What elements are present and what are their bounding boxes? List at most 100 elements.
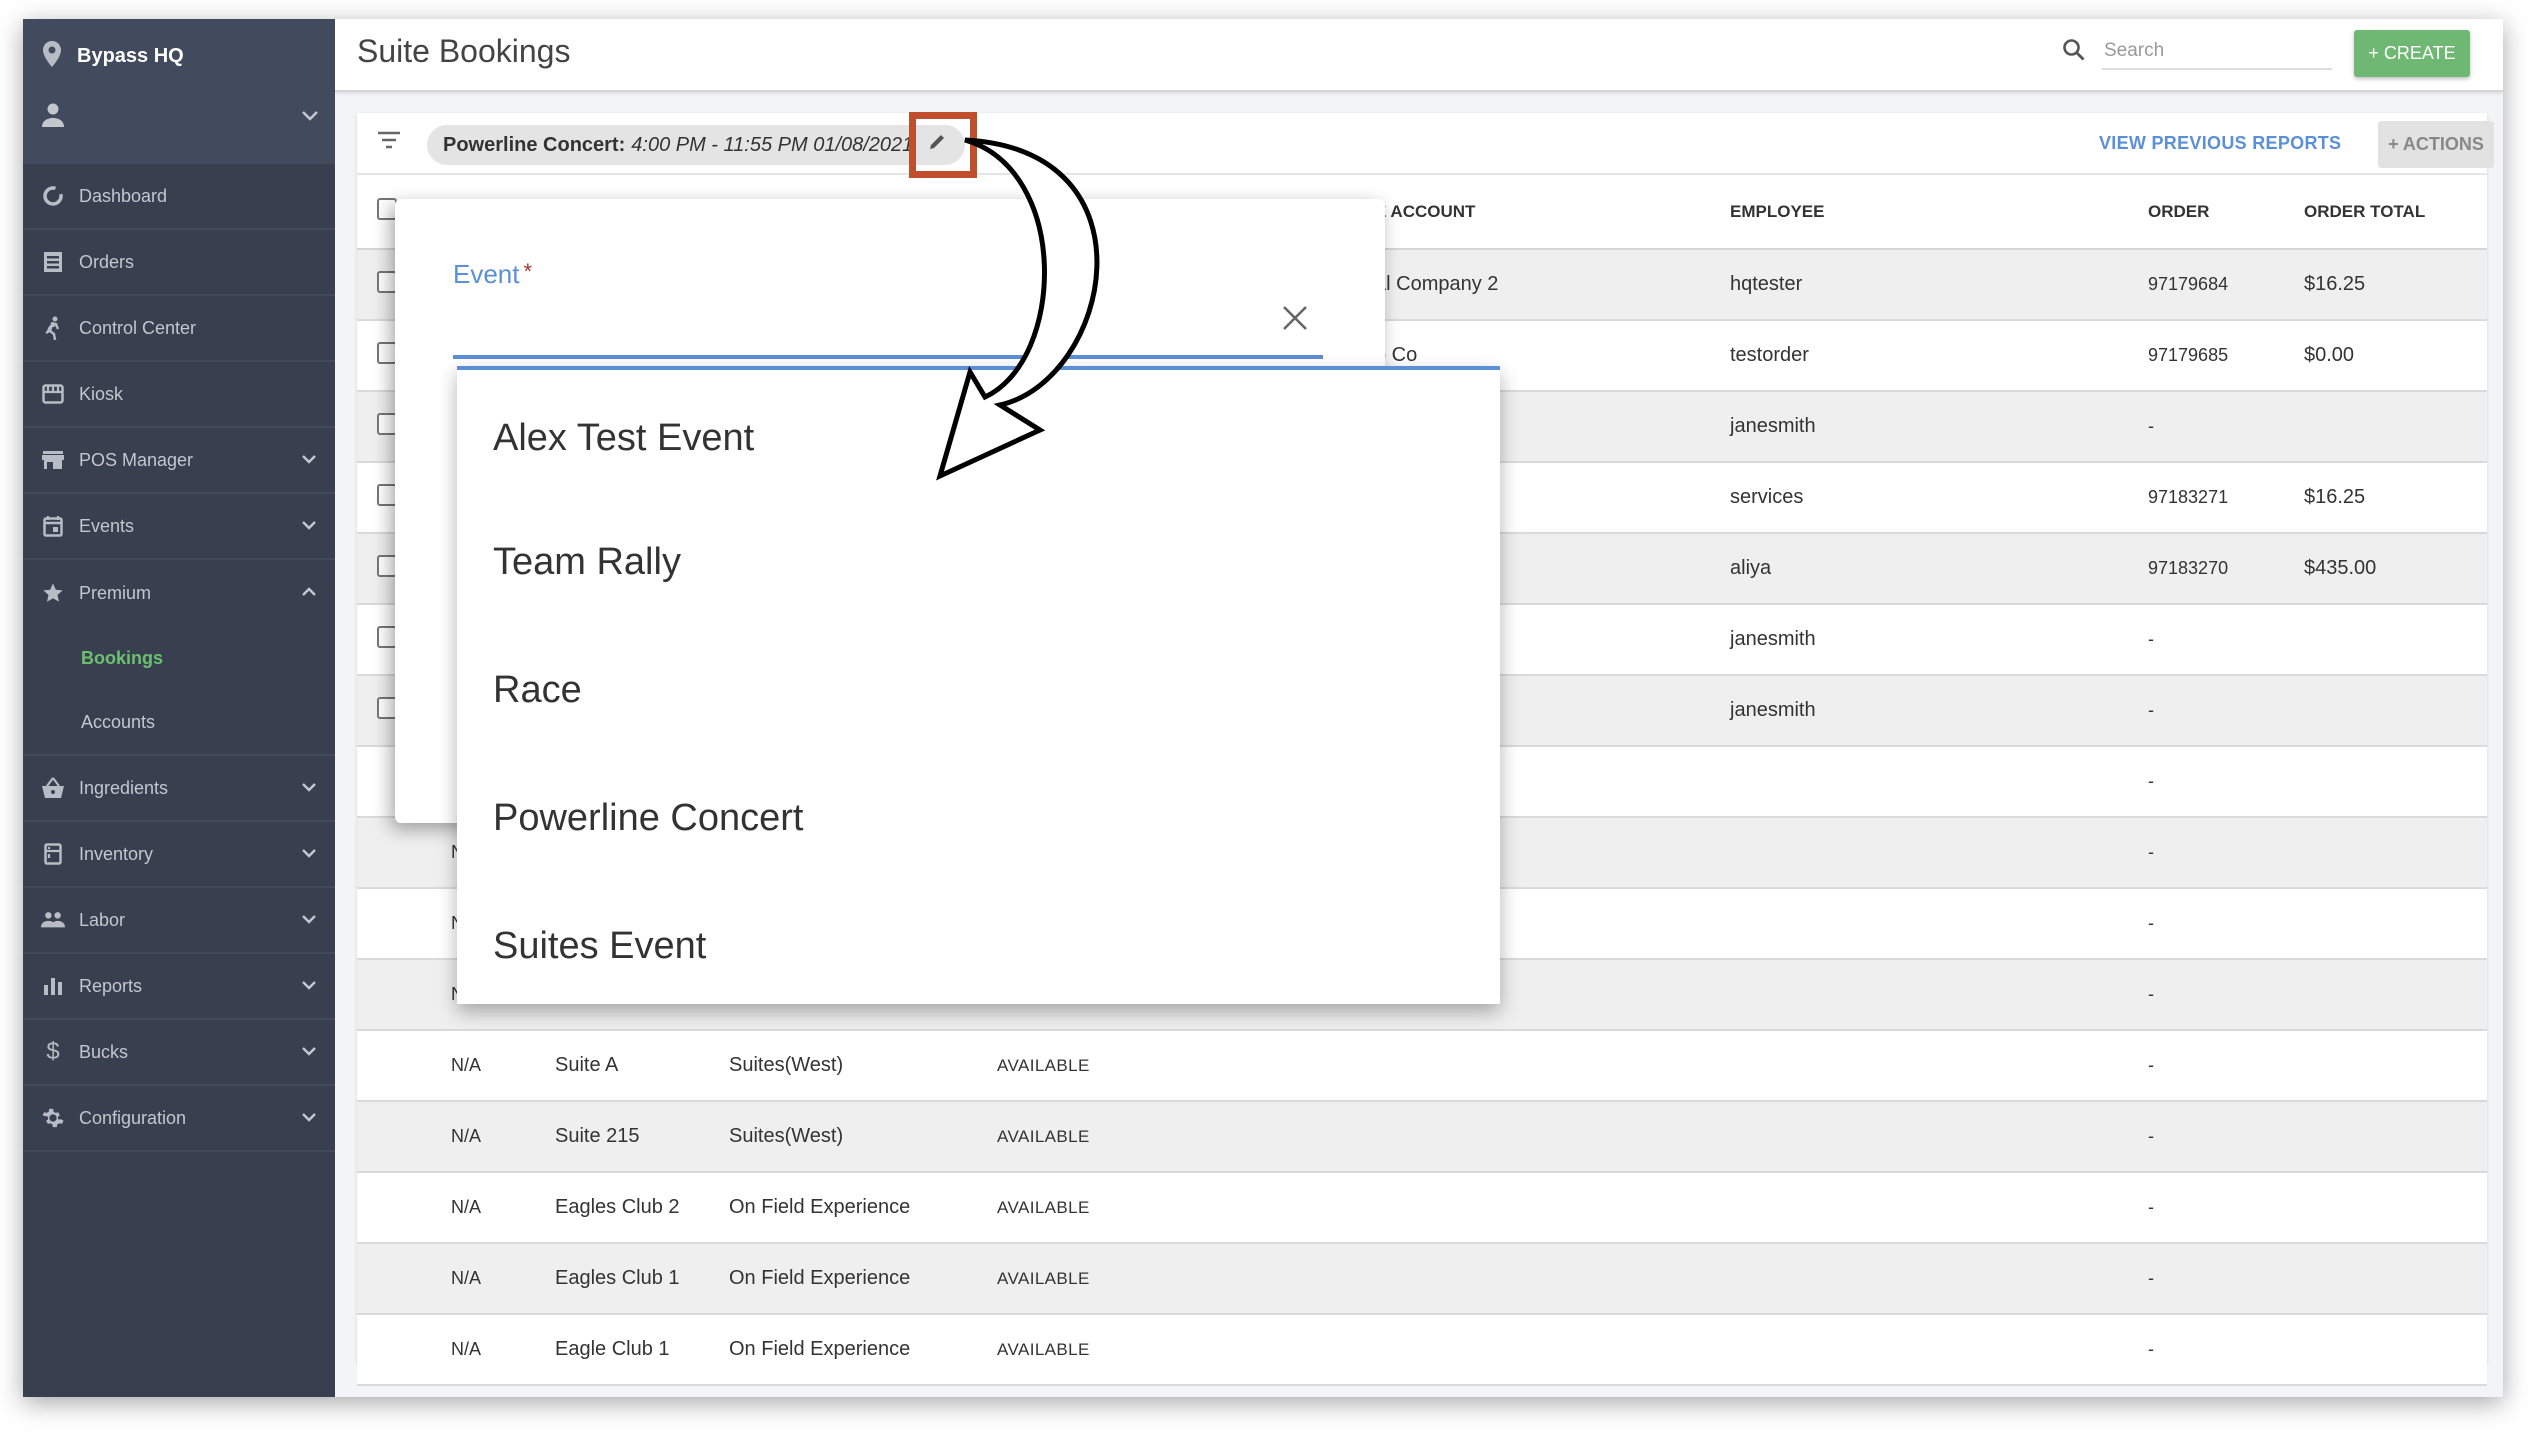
booking-status[interactable]: AVAILABLE: [997, 1030, 1375, 1102]
table-row[interactable]: N/A Suite A Suites(West) AVAILABLE -: [357, 1030, 2487, 1102]
column-header-employee[interactable]: EMPLOYEE: [1730, 175, 2148, 250]
chevron-down-icon: [301, 1109, 317, 1127]
sidebar-subitem-accounts[interactable]: Accounts: [23, 690, 335, 754]
event-option[interactable]: Powerline Concert: [457, 754, 1500, 882]
table-row[interactable]: N/A Eagle Club 1 On Field Experience AVAILA…: [357, 1314, 2487, 1386]
people-icon: [41, 908, 65, 932]
sidebar-header: Bypass HQ: [23, 19, 335, 164]
search-input[interactable]: [2102, 34, 2332, 70]
sidebar-item-premium[interactable]: Premium: [23, 560, 335, 626]
user-menu[interactable]: [41, 103, 319, 132]
sidebar-item-control-center[interactable]: Control Center: [23, 296, 335, 362]
sidebar-item-bucks[interactable]: $ Bucks: [23, 1020, 335, 1086]
event-select-input[interactable]: [453, 309, 1323, 359]
filter-event-name: Powerline Concert:: [443, 133, 626, 156]
sidebar-item-inventory[interactable]: Inventory: [23, 822, 335, 888]
sidebar-item-dashboard[interactable]: Dashboard: [23, 164, 335, 230]
sidebar-item-events[interactable]: Events: [23, 494, 335, 560]
sidebar-item-ingredients[interactable]: Ingredients: [23, 756, 335, 822]
event-filter-chip[interactable]: Powerline Concert: 4:00 PM - 11:55 PM 01…: [427, 125, 966, 165]
booking-status[interactable]: AVAILABLE: [997, 1314, 1375, 1386]
order-number[interactable]: 97183270: [2148, 533, 2304, 605]
order-number: -: [2148, 746, 2304, 818]
sidebar-item-reports[interactable]: Reports: [23, 954, 335, 1020]
order-number: -: [2148, 604, 2304, 676]
row-checkbox[interactable]: [377, 341, 397, 364]
booking-id[interactable]: N/A: [409, 1030, 555, 1102]
row-checkbox-cell: [357, 1030, 409, 1102]
filter-icon[interactable]: [377, 131, 401, 154]
booking-status[interactable]: AVAILABLE: [997, 1101, 1375, 1173]
table-row[interactable]: N/A Eagles Club 1 On Field Experience AVAIL…: [357, 1243, 2487, 1315]
order-number[interactable]: 97183271: [2148, 462, 2304, 534]
order-number: -: [2148, 817, 2304, 889]
order-number: -: [2148, 1243, 2304, 1315]
order-number: -: [2148, 1101, 2304, 1173]
employee-name: janesmith: [1730, 391, 2148, 463]
sidebar-item-label: Kiosk: [79, 383, 124, 404]
suite-name: Eagles Club 1: [555, 1243, 729, 1315]
chevron-down-icon: [301, 911, 317, 929]
sidebar-subitem-bookings[interactable]: Bookings: [23, 626, 335, 690]
sidebar-item-configuration[interactable]: Configuration: [23, 1086, 335, 1152]
event-option[interactable]: Team Rally: [457, 498, 1500, 626]
booking-status[interactable]: AVAILABLE: [997, 1172, 1375, 1244]
filter-toolbar: Powerline Concert: 4:00 PM - 11:55 PM 01…: [357, 113, 2494, 175]
booking-id[interactable]: N/A: [409, 1172, 555, 1244]
location-selector[interactable]: Bypass HQ: [43, 41, 184, 72]
table-row[interactable]: N/A Eagles Club 2 On Field Experience AVAIL…: [357, 1172, 2487, 1244]
sidebar-item-label: Labor: [79, 909, 126, 930]
sidebar-item-label: Ingredients: [79, 777, 169, 798]
row-checkbox[interactable]: [377, 270, 397, 293]
search-icon: [2062, 38, 2086, 67]
close-icon[interactable]: [1280, 303, 1310, 338]
star-icon: [41, 581, 65, 605]
sidebar-item-label: Events: [79, 515, 135, 536]
create-button[interactable]: + CREATE: [2354, 30, 2470, 77]
location-name: Bypass HQ: [77, 45, 184, 67]
table-row[interactable]: N/A Suite 215 Suites(West) AVAILABLE -: [357, 1101, 2487, 1173]
gear-icon: [41, 1106, 65, 1130]
order-total: $435.00: [2304, 533, 2487, 605]
row-checkbox[interactable]: [377, 554, 397, 577]
account-name: [1375, 1101, 1730, 1173]
sidebar-item-label: POS Manager: [79, 449, 194, 470]
row-checkbox[interactable]: [377, 483, 397, 506]
sidebar-item-orders[interactable]: Orders: [23, 230, 335, 296]
view-previous-reports-link[interactable]: VIEW PREVIOUS REPORTS: [2099, 133, 2341, 154]
suite-name: Eagle Club 1: [555, 1314, 729, 1386]
edit-pencil-icon[interactable]: [927, 132, 947, 158]
column-header-order[interactable]: ORDER: [2148, 175, 2304, 250]
bar-chart-icon: [41, 974, 65, 998]
employee-name: services: [1730, 462, 2148, 534]
actions-button[interactable]: + ACTIONS: [2378, 121, 2494, 168]
sidebar-item-pos-manager[interactable]: POS Manager: [23, 428, 335, 494]
account-name: [1375, 1030, 1730, 1102]
sidebar-item-kiosk[interactable]: Kiosk: [23, 362, 335, 428]
order-number[interactable]: 97179685: [2148, 320, 2304, 392]
booking-id[interactable]: N/A: [409, 1101, 555, 1173]
order-number[interactable]: 97179684: [2148, 249, 2304, 321]
sidebar-item-labor[interactable]: Labor: [23, 888, 335, 954]
section-name: Suites(West): [729, 1101, 997, 1173]
chevron-up-icon: [301, 584, 317, 602]
event-option[interactable]: Race: [457, 626, 1500, 754]
row-checkbox[interactable]: [377, 412, 397, 435]
column-header-account[interactable]: E ACCOUNT: [1375, 175, 1730, 250]
booking-id[interactable]: N/A: [409, 1243, 555, 1315]
event-option[interactable]: Suites Event: [457, 882, 1500, 1010]
order-total: [2304, 1172, 2487, 1244]
receipt-icon: [41, 250, 65, 274]
row-checkbox[interactable]: [377, 625, 397, 648]
select-all-checkbox[interactable]: [377, 198, 397, 220]
booking-status[interactable]: AVAILABLE: [997, 1243, 1375, 1315]
row-checkbox[interactable]: [377, 696, 397, 719]
sidebar-item-label: Control Center: [79, 317, 197, 338]
kiosk-icon: [41, 382, 65, 406]
order-number: -: [2148, 959, 2304, 1031]
event-option[interactable]: Alex Test Event: [457, 370, 1500, 498]
column-header-order-total[interactable]: ORDER TOTAL: [2304, 175, 2487, 250]
section-name: Suites(West): [729, 1030, 997, 1102]
booking-id[interactable]: N/A: [409, 1314, 555, 1386]
chevron-down-icon: [301, 1043, 317, 1061]
